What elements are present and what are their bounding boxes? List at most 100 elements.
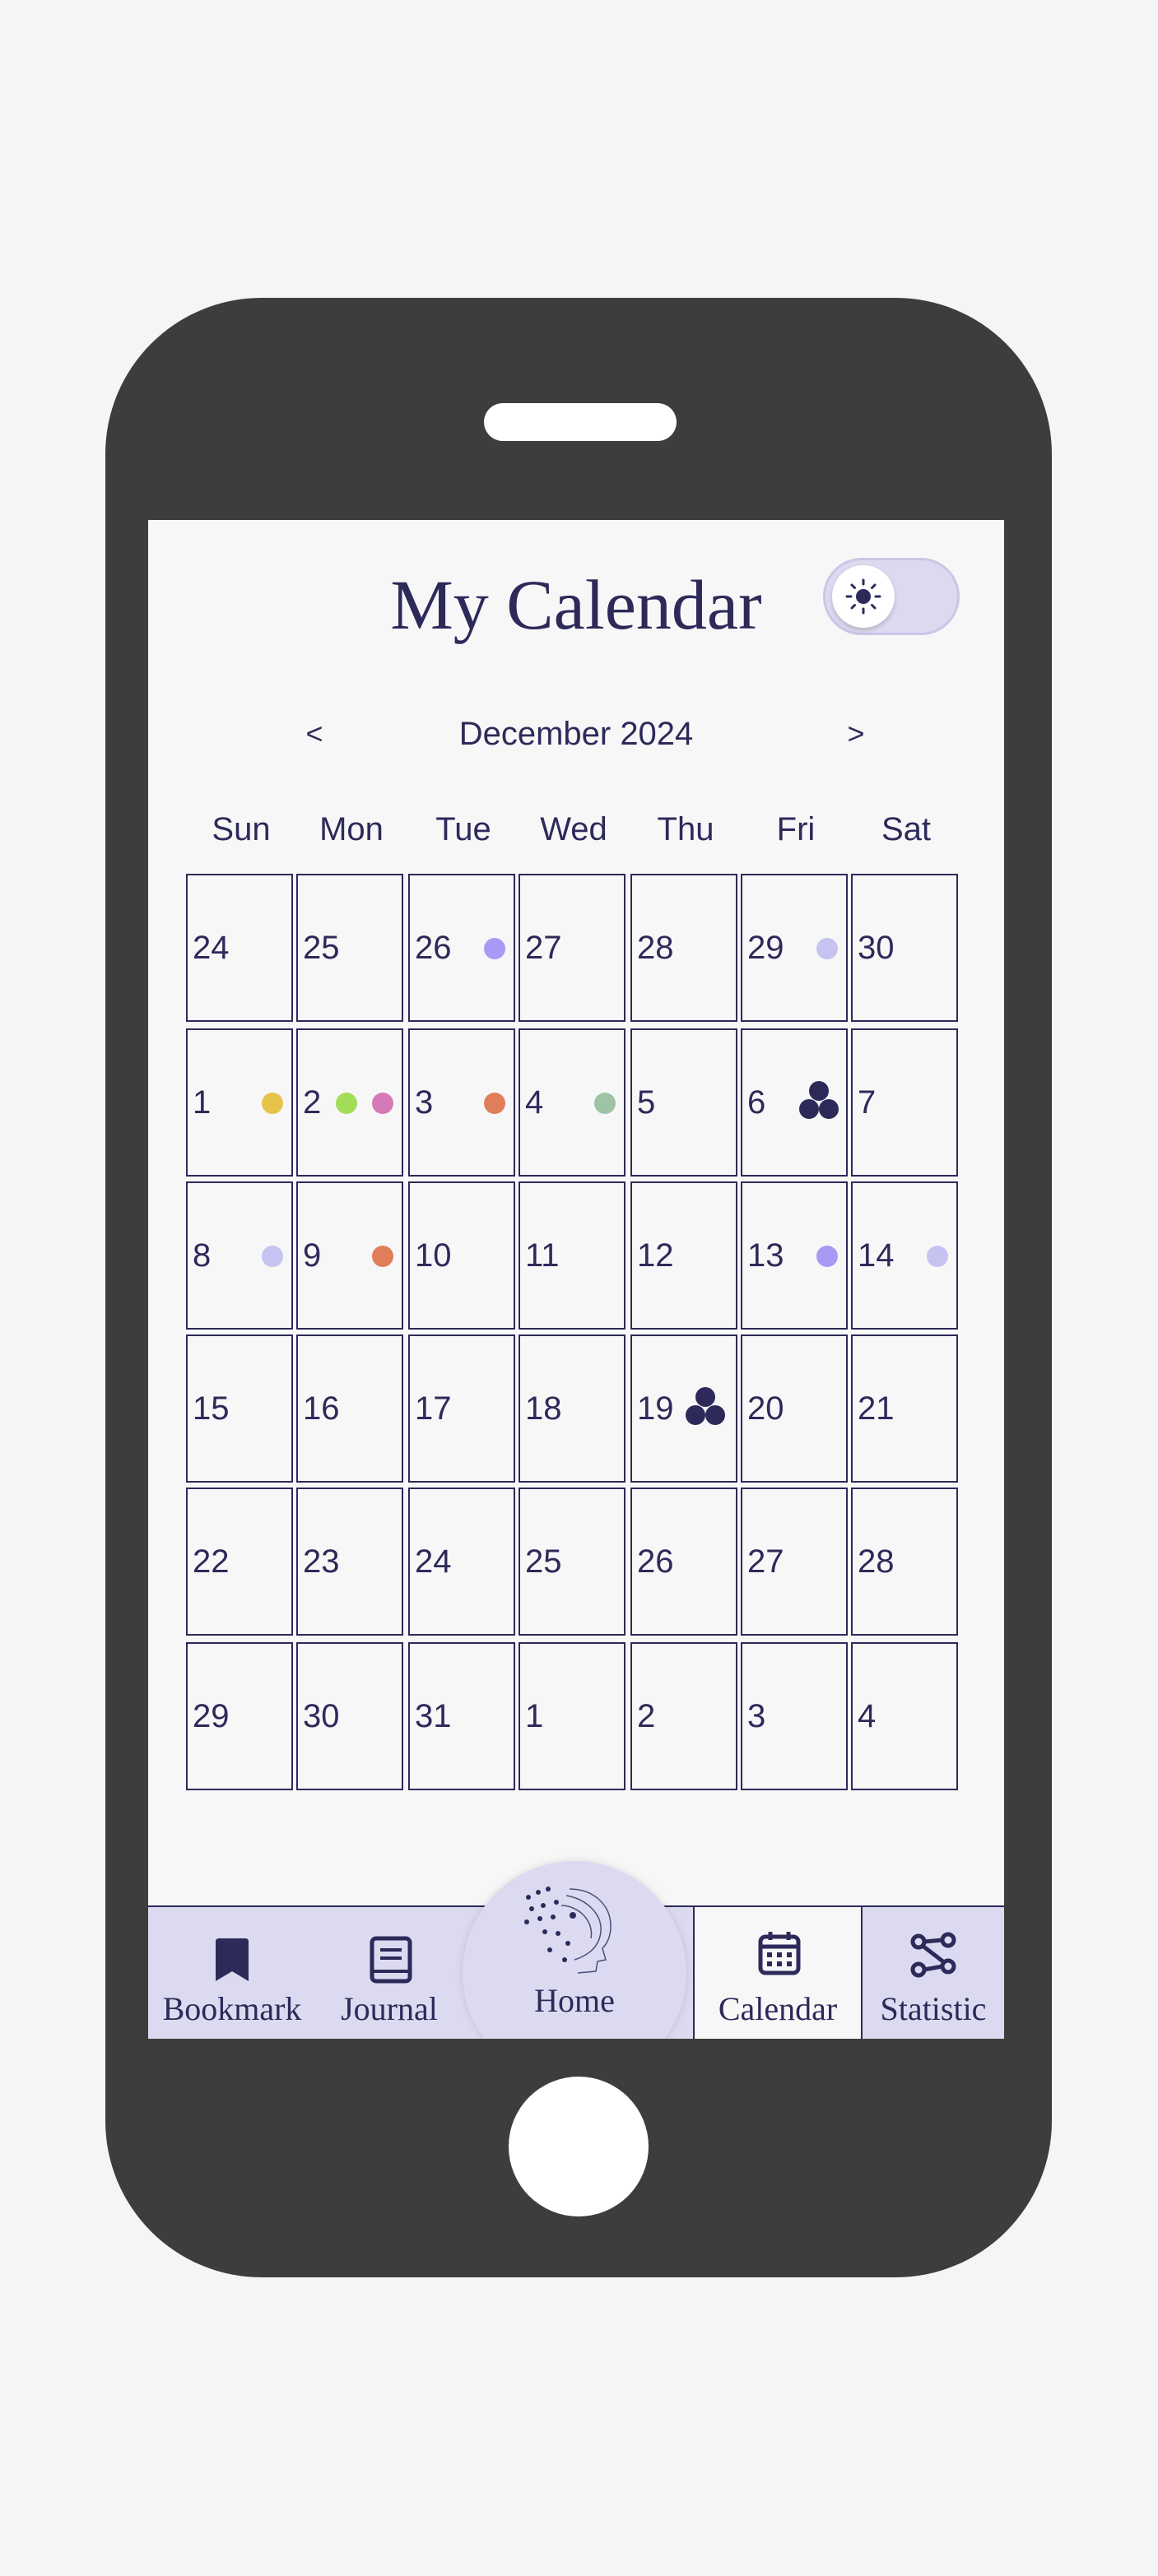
entry-dot (799, 1099, 819, 1119)
tab-bookmark[interactable]: Bookmark (148, 1907, 316, 2039)
theme-toggle[interactable] (823, 558, 960, 635)
tab-journal[interactable]: Journal (316, 1907, 463, 2039)
calendar-day-cell[interactable]: 1 (519, 1642, 626, 1790)
calendar-day-cell[interactable]: 31 (408, 1642, 515, 1790)
day-number: 8 (193, 1237, 212, 1274)
app-screen: My Calendar < December 2024 > SunMonTu (148, 520, 1004, 2039)
tab-home[interactable]: Home (463, 1861, 686, 2039)
calendar-day-cell[interactable]: 28 (851, 1488, 958, 1636)
bookmark-icon (216, 1938, 249, 1981)
day-number: 20 (747, 1390, 784, 1427)
calendar-day-cell[interactable]: 21 (851, 1334, 958, 1483)
calendar-day-cell[interactable]: 30 (296, 1642, 403, 1790)
mood-dot (484, 1093, 505, 1114)
calendar-day-cell[interactable]: 25 (296, 874, 403, 1022)
calendar-day-cell[interactable]: 7 (851, 1028, 958, 1177)
calendar-day-cell[interactable]: 3 (741, 1642, 848, 1790)
mood-dot (262, 1246, 283, 1267)
day-number: 19 (637, 1390, 674, 1427)
calendar-day-cell[interactable]: 17 (408, 1334, 515, 1483)
day-number: 21 (858, 1390, 895, 1427)
day-number: 25 (525, 1543, 562, 1580)
calendar-day-cell[interactable]: 18 (519, 1334, 626, 1483)
calendar-day-cell[interactable]: 25 (519, 1488, 626, 1636)
calendar-day-cell[interactable]: 12 (630, 1181, 737, 1330)
calendar-grid: 24 25 26 27 28 29 30 1 2 3 4 5 6 7 8 9 10 11 12 13 14 15 16 17 1… (186, 874, 961, 1795)
book-icon (370, 1936, 412, 1984)
day-number: 28 (858, 1543, 895, 1580)
tab-statistic-label: Statistic (880, 1990, 987, 2027)
prev-month-button[interactable]: < (290, 709, 339, 759)
calendar-day-cell[interactable]: 4 (519, 1028, 626, 1177)
calendar-day-cell[interactable]: 4 (851, 1642, 958, 1790)
day-number: 29 (747, 930, 784, 966)
calendar-day-cell[interactable]: 16 (296, 1334, 403, 1483)
multiple-entries-icon (797, 1081, 841, 1124)
toggle-knob (832, 565, 895, 628)
day-number: 26 (637, 1543, 674, 1580)
entry-dot (809, 1081, 829, 1101)
calendar-day-cell[interactable]: 29 (741, 874, 848, 1022)
tab-statistic[interactable]: Statistic (863, 1907, 1004, 2039)
calendar-day-cell[interactable]: 2 (630, 1642, 737, 1790)
month-navigation: < December 2024 > (148, 709, 1004, 759)
calendar-day-cell[interactable]: 30 (851, 874, 958, 1022)
day-number: 2 (637, 1698, 656, 1734)
day-number: 11 (525, 1237, 560, 1274)
day-number: 3 (747, 1698, 766, 1734)
calendar-day-cell[interactable]: 14 (851, 1181, 958, 1330)
calendar-day-cell[interactable]: 27 (741, 1488, 848, 1636)
calendar-day-cell[interactable]: 10 (408, 1181, 515, 1330)
calendar-day-cell[interactable]: 28 (630, 874, 737, 1022)
day-number: 30 (303, 1698, 340, 1734)
day-number: 1 (525, 1698, 544, 1734)
day-number: 3 (415, 1084, 434, 1121)
mood-dot (372, 1093, 393, 1114)
mood-dot (262, 1093, 283, 1114)
calendar-day-cell[interactable]: 3 (408, 1028, 515, 1177)
mood-dot (484, 938, 505, 959)
day-number: 24 (193, 930, 230, 966)
weekday-mon: Mon (319, 811, 384, 847)
calendar-day-cell[interactable]: 19 (630, 1334, 737, 1483)
calendar-day-cell[interactable]: 11 (519, 1181, 626, 1330)
mood-dot (372, 1246, 393, 1267)
phone-home-button[interactable] (509, 2077, 649, 2216)
day-number: 22 (193, 1543, 230, 1580)
calendar-day-cell[interactable]: 13 (741, 1181, 848, 1330)
day-number: 12 (637, 1237, 674, 1274)
tab-journal-label: Journal (341, 1990, 438, 2027)
mood-dot (336, 1093, 357, 1114)
calendar-day-cell[interactable]: 1 (186, 1028, 293, 1177)
calendar-day-cell[interactable]: 26 (630, 1488, 737, 1636)
day-number: 4 (858, 1698, 877, 1734)
day-number: 2 (303, 1084, 322, 1121)
day-number: 7 (858, 1084, 877, 1121)
calendar-day-cell[interactable]: 5 (630, 1028, 737, 1177)
calendar-day-cell[interactable]: 2 (296, 1028, 403, 1177)
entry-dot (686, 1405, 705, 1425)
calendar-day-cell[interactable]: 6 (741, 1028, 848, 1177)
multiple-entries-icon (683, 1387, 728, 1430)
calendar-day-cell[interactable]: 9 (296, 1181, 403, 1330)
day-number: 23 (303, 1543, 340, 1580)
calendar-day-cell[interactable]: 24 (408, 1488, 515, 1636)
calendar-day-cell[interactable]: 29 (186, 1642, 293, 1790)
tab-calendar[interactable]: Calendar (693, 1907, 863, 2039)
day-number: 27 (747, 1543, 784, 1580)
calendar-day-cell[interactable]: 22 (186, 1488, 293, 1636)
calendar-day-cell[interactable]: 23 (296, 1488, 403, 1636)
calendar-day-cell[interactable]: 26 (408, 874, 515, 1022)
day-number: 30 (858, 930, 895, 966)
day-number: 26 (415, 930, 452, 966)
entry-dot (705, 1405, 725, 1425)
calendar-day-cell[interactable]: 24 (186, 874, 293, 1022)
calendar-day-cell[interactable]: 8 (186, 1181, 293, 1330)
next-month-button[interactable]: > (831, 709, 881, 759)
calendar-day-cell[interactable]: 20 (741, 1334, 848, 1483)
calendar-day-cell[interactable]: 27 (519, 874, 626, 1022)
calendar-day-cell[interactable]: 15 (186, 1334, 293, 1483)
entry-dot (819, 1099, 839, 1119)
day-number: 15 (193, 1390, 230, 1427)
day-number: 27 (525, 930, 562, 966)
